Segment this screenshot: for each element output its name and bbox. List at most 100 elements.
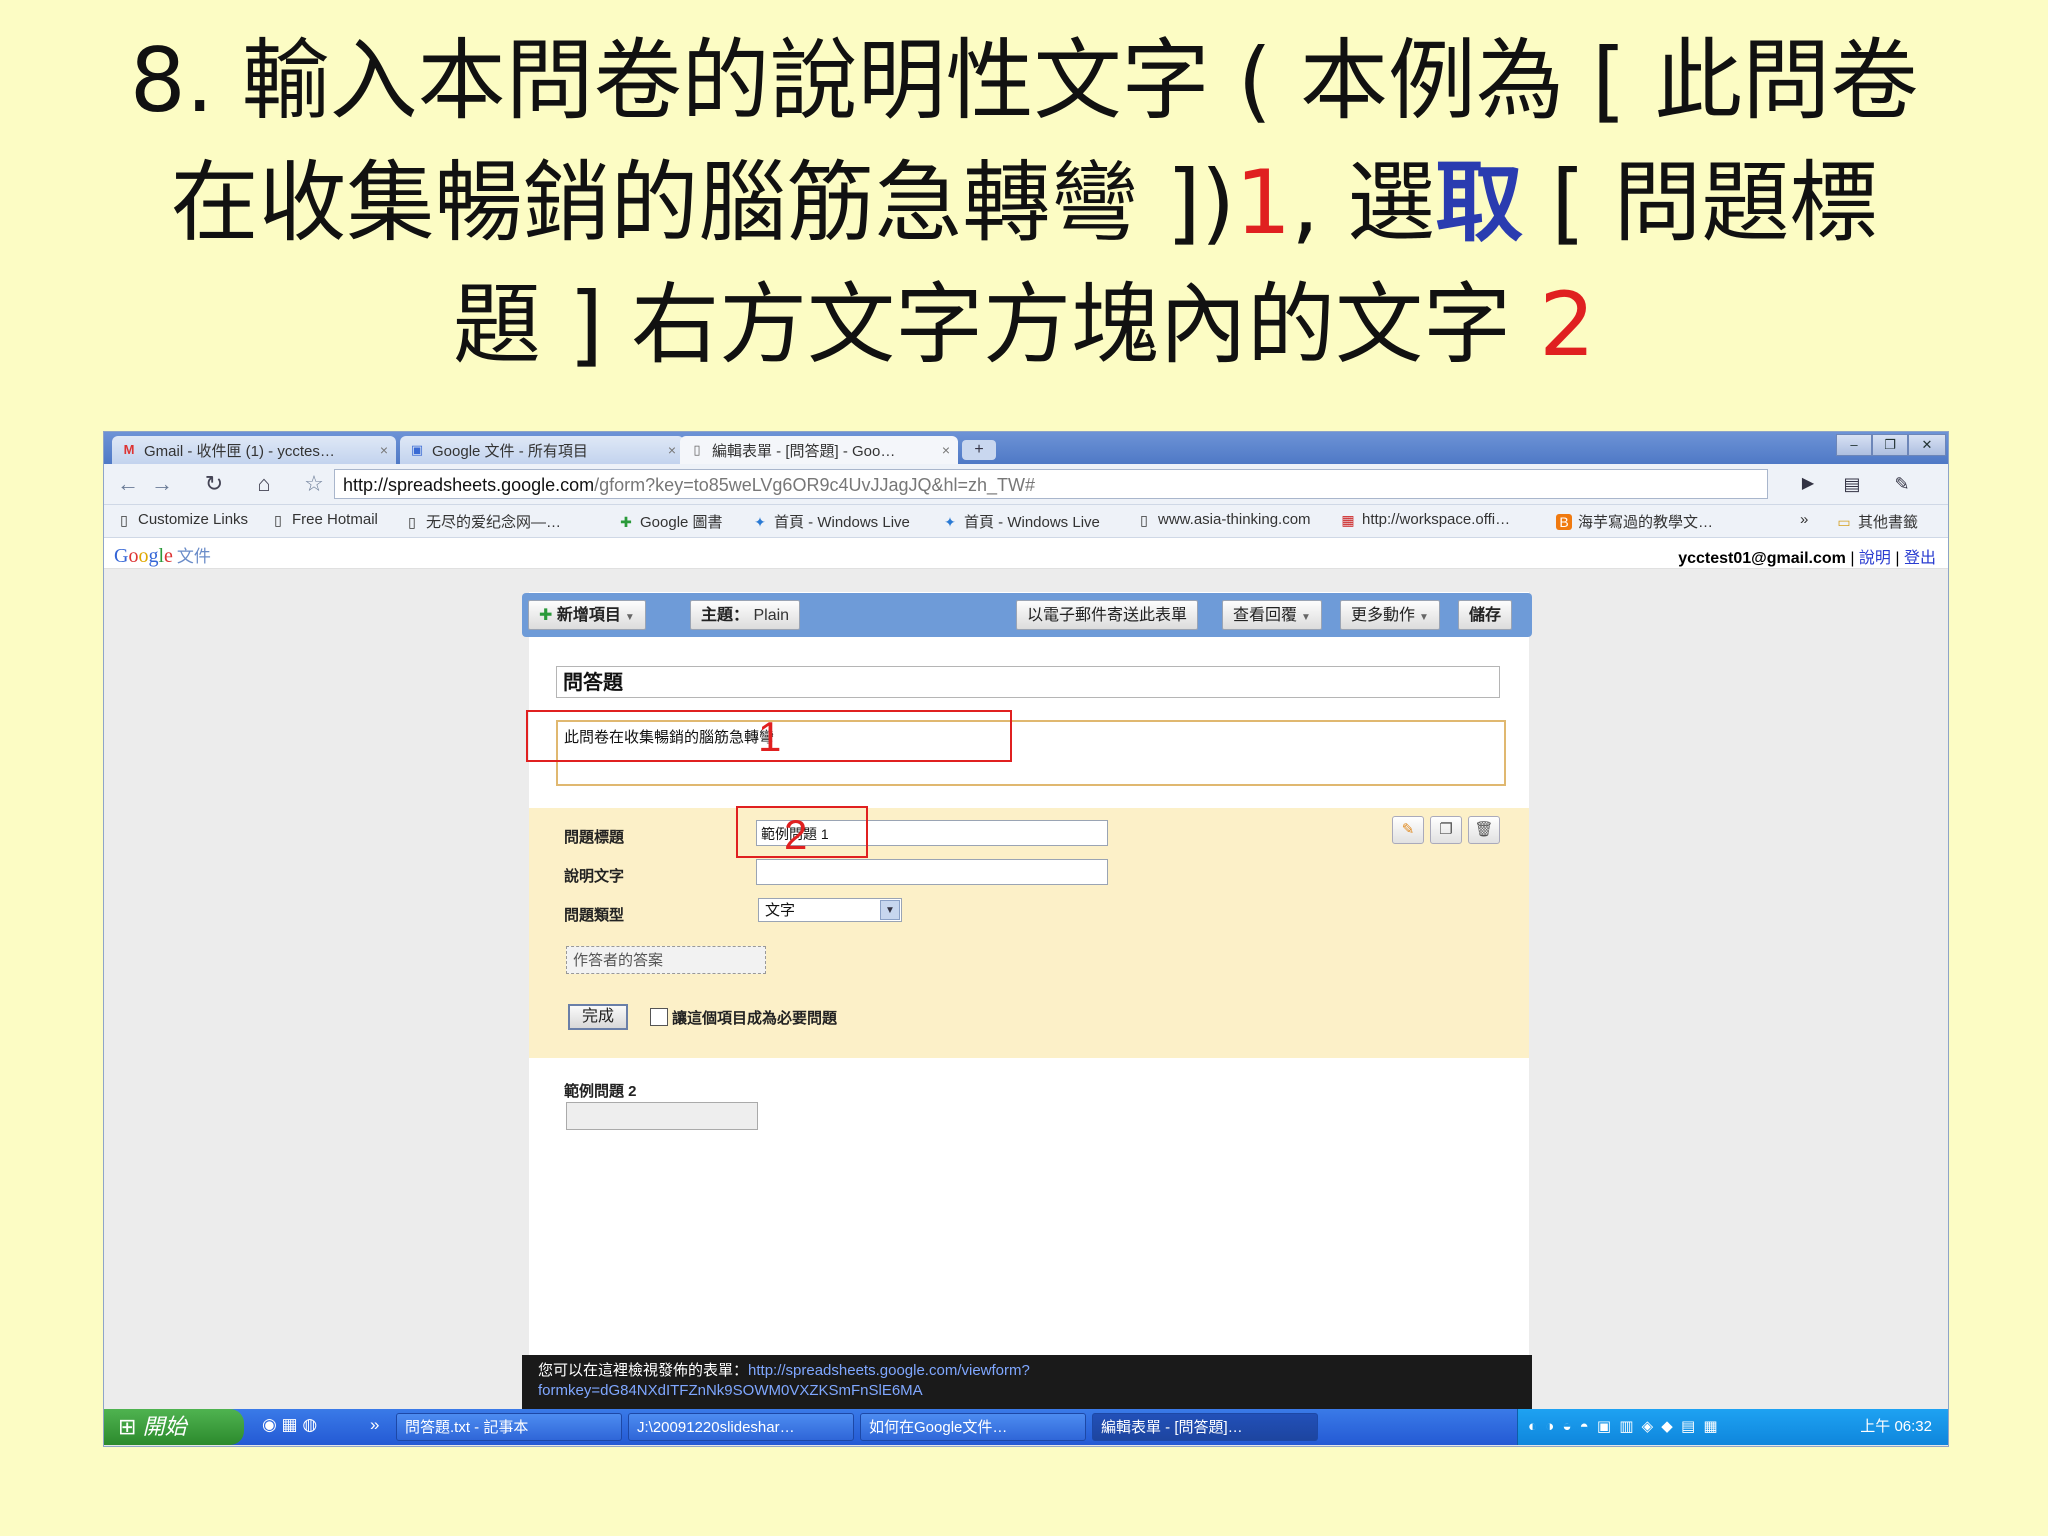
button-label: 新增項目 xyxy=(556,607,621,624)
tab-gmail[interactable]: M Gmail - 收件匣 (1) - ycctes… × xyxy=(112,436,396,464)
slide-title-text: 8. 輸入本問卷的說明性文字 ( 本例為 [ 此問卷 xyxy=(129,29,1919,132)
published-url-continued[interactable]: formkey=dG84NXdITFZnNk9SOWM0VXZKSmFnSlE6… xyxy=(538,1381,1516,1401)
bookmark-memorial[interactable]: ▯ 无尽的爱纪念网—… xyxy=(404,511,561,532)
minimize-button[interactable]: – xyxy=(1836,434,1872,456)
windows-logo-icon: ⊞ xyxy=(118,1414,137,1439)
go-icon[interactable]: ▶ xyxy=(1794,470,1822,498)
tab-edit-form[interactable]: ▯ 編輯表單 - [問答題] - Goo… × xyxy=(680,436,958,464)
logo-letter: o xyxy=(138,545,149,567)
published-prefix: 您可以在這裡檢視發佈的表單： xyxy=(538,1362,749,1379)
google-docs-icon: ▣ xyxy=(410,442,424,457)
task-explorer[interactable]: J:\20091220slideshar… xyxy=(628,1413,854,1441)
task-edit-form[interactable]: 編輯表單 - [問答題]… xyxy=(1092,1413,1318,1441)
quick-launch-icons[interactable]: ◉ ▦ ◍ xyxy=(262,1415,317,1435)
save-button[interactable]: 儲存 xyxy=(1458,600,1513,630)
page-icon: ▯ xyxy=(1140,511,1148,528)
page-menu-icon[interactable]: ▤ xyxy=(1838,470,1866,498)
edit-pencil-icon[interactable]: ✎ xyxy=(1392,816,1424,844)
task-notepad[interactable]: 問答題.txt - 記事本 xyxy=(396,1413,622,1441)
address-bar[interactable]: http://spreadsheets.google.com/gform?key… xyxy=(334,469,1768,499)
question-type-label: 問題類型 xyxy=(564,907,625,924)
star-icon[interactable]: ☆ xyxy=(300,470,328,498)
back-icon[interactable]: ← xyxy=(114,470,142,498)
bookmark-workspace[interactable]: ▦ http://workspace.offi… xyxy=(1340,511,1510,528)
question-2-label: 範例問題 2 xyxy=(564,1083,637,1100)
bookmark-asia-thinking[interactable]: ▯ www.asia-thinking.com xyxy=(1136,511,1311,528)
step-number-2: 2 xyxy=(1539,273,1596,376)
bookmarks-overflow[interactable]: » xyxy=(1800,511,1808,528)
home-icon[interactable]: ⌂ xyxy=(250,470,278,498)
task-slides[interactable]: 如何在Google文件… xyxy=(860,1413,1086,1441)
question-2-input[interactable] xyxy=(566,1102,758,1130)
published-url[interactable]: http://spreadsheets.google.com/viewform? xyxy=(748,1362,1030,1379)
done-button[interactable]: 完成 xyxy=(568,1004,629,1030)
page-icon: ▯ xyxy=(408,513,416,530)
email-form-button[interactable]: 以電子郵件寄送此表單 xyxy=(1016,600,1199,630)
tab-google-docs[interactable]: ▣ Google 文件 - 所有項目 × xyxy=(400,436,684,464)
windows-live-icon: ✦ xyxy=(754,513,766,530)
duplicate-icon[interactable]: ❐ xyxy=(1430,816,1462,844)
bookmark-google-books[interactable]: ✚ Google 圖書 xyxy=(618,511,723,532)
page-icon: ▯ xyxy=(274,511,282,528)
bookmark-label: Customize Links xyxy=(138,511,249,528)
view-responses-button[interactable]: 查看回覆 ▼ xyxy=(1222,600,1322,630)
new-tab-button[interactable]: + xyxy=(962,440,996,460)
slide-title-line-3: 題 ] 右方文字方塊內的文字 2 xyxy=(80,264,1968,386)
browser-screenshot: M Gmail - 收件匣 (1) - ycctes… × ▣ Google 文… xyxy=(103,431,1949,1447)
close-tab-icon[interactable]: × xyxy=(668,442,676,458)
trash-icon[interactable]: 🗑 xyxy=(1468,816,1500,844)
form-title-input[interactable]: 問答題 xyxy=(556,666,1500,698)
bookmark-label: 海芋寫過的教學文… xyxy=(1578,514,1714,531)
more-actions-button[interactable]: 更多動作 ▼ xyxy=(1340,600,1440,630)
question-type-select[interactable]: 文字 ▼ xyxy=(758,898,902,922)
bookmark-label: 无尽的爱纪念网—… xyxy=(426,514,562,531)
tab-label: Gmail - 收件匣 (1) - ycctes… xyxy=(144,442,335,460)
close-window-button[interactable]: ✕ xyxy=(1908,434,1946,456)
published-line-1: 您可以在這裡檢視發佈的表單：http://spreadsheets.google… xyxy=(538,1361,1516,1381)
quick-launch-overflow[interactable]: » xyxy=(370,1415,379,1435)
google-books-icon: ✚ xyxy=(620,513,632,530)
forward-icon[interactable]: → xyxy=(148,470,176,498)
tray-icons[interactable]: ◐ ◑ ◒ ◓ ▣ ▥ ◈ ◆ ▤ ▦ xyxy=(1528,1409,1720,1445)
blogger-icon: B xyxy=(1556,513,1572,530)
slide-title-text: 在收集暢銷的腦筋急轉彎 ]) xyxy=(170,151,1236,254)
google-docs-logo[interactable]: Google 文件 xyxy=(114,542,211,568)
logout-link[interactable]: 登出 xyxy=(1904,550,1936,567)
published-form-bar: 您可以在這裡檢視發佈的表單：http://spreadsheets.google… xyxy=(522,1355,1532,1409)
other-bookmarks[interactable]: ▭ 其他書籤 xyxy=(1836,511,1918,532)
start-label: 開始 xyxy=(142,1414,187,1439)
slide-title-text: 題 ] 右方文字方塊內的文字 xyxy=(452,273,1540,376)
add-item-button[interactable]: ✚ 新增項目 ▼ xyxy=(528,600,646,630)
theme-button[interactable]: 主題： Plain xyxy=(690,600,801,630)
slide-title-text: , 選 xyxy=(1291,151,1436,254)
annotation-marker-2: 2 xyxy=(784,811,808,858)
required-checkbox[interactable] xyxy=(650,1008,668,1026)
restore-button[interactable]: ❐ xyxy=(1872,434,1908,456)
system-tray: ◐ ◑ ◒ ◓ ▣ ▥ ◈ ◆ ▤ ▦ 上午 06:32 xyxy=(1517,1409,1948,1445)
start-button[interactable]: ⊞ 開始 xyxy=(104,1409,244,1445)
close-tab-icon[interactable]: × xyxy=(380,442,388,458)
button-label: 儲存 xyxy=(1469,607,1502,624)
bookmark-label: Google 圖書 xyxy=(640,514,723,531)
reload-icon[interactable]: ↻ xyxy=(200,470,228,498)
close-tab-icon[interactable]: × xyxy=(942,442,950,458)
bookmark-windows-live-1[interactable]: ✦ 首頁 - Windows Live xyxy=(752,511,910,532)
bookmark-label: http://workspace.offi… xyxy=(1362,511,1511,528)
bookmark-windows-live-2[interactable]: ✦ 首頁 - Windows Live xyxy=(942,511,1100,532)
selected-type: 文字 xyxy=(765,902,796,919)
product-name: 文件 xyxy=(176,547,211,567)
bookmark-customize-links[interactable]: ▯ Customize Links xyxy=(116,511,248,528)
url-path: /gform?key=to85weLVg6OR9c4UvJJagJQ&hl=zh… xyxy=(594,475,1036,495)
wrench-icon[interactable]: ✎ xyxy=(1888,470,1916,498)
help-text-input[interactable] xyxy=(756,859,1108,885)
bookmark-blog[interactable]: B 海芋寫過的教學文… xyxy=(1556,511,1713,532)
bookmark-free-hotmail[interactable]: ▯ Free Hotmail xyxy=(270,511,378,528)
bookmark-label: www.asia-thinking.com xyxy=(1158,511,1311,528)
help-text-label: 說明文字 xyxy=(564,868,625,885)
button-label: 查看回覆 xyxy=(1233,607,1298,624)
logo-letter: e xyxy=(164,545,173,567)
slide-title-text: [ 問題標 xyxy=(1523,151,1878,254)
help-link[interactable]: 說明 xyxy=(1859,550,1891,567)
account-links: ycctest01@gmail.com | 說明 | 登出 xyxy=(1678,544,1936,568)
clock: 上午 06:32 xyxy=(1860,1418,1932,1435)
